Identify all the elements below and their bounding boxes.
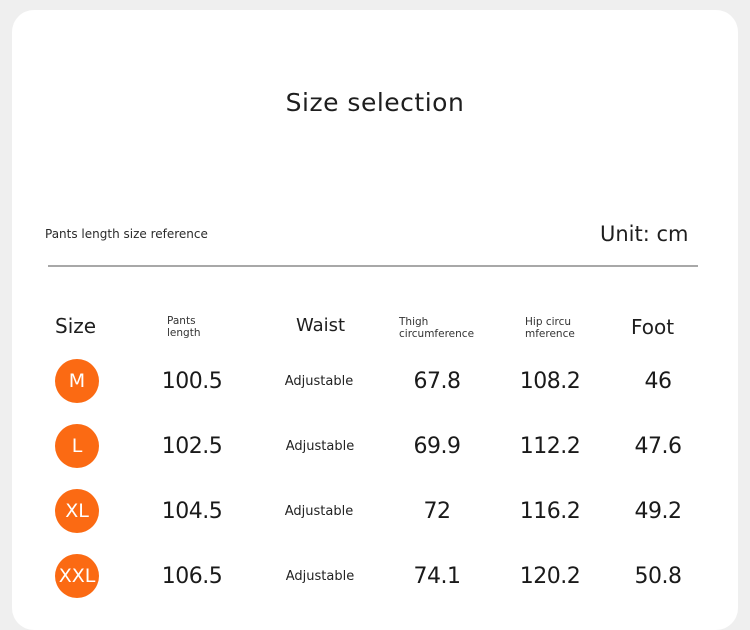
divider — [48, 265, 698, 267]
header-size: Size — [55, 314, 97, 338]
header-hip-line2: mference — [525, 328, 575, 340]
hip-value: 116.2 — [519, 498, 581, 524]
unit-label: Unit: cm — [600, 222, 689, 246]
header-hip: Hip circu mference — [525, 316, 575, 340]
foot-value: 49.2 — [634, 498, 682, 524]
hip-value: 112.2 — [519, 433, 581, 459]
header-thigh-line2: circumference — [399, 328, 475, 340]
waist-value: Adjustable — [285, 438, 355, 454]
thigh-value: 67.8 — [413, 368, 461, 394]
table-row: XXL 106.5 Adjustable 74.1 120.2 50.8 — [0, 554, 750, 604]
table-row: M 100.5 Adjustable 67.8 108.2 46 — [0, 359, 750, 409]
size-badge: XL — [55, 489, 99, 533]
waist-value: Adjustable — [285, 568, 355, 584]
waist-value: Adjustable — [284, 373, 354, 389]
thigh-value: 72 — [423, 498, 452, 524]
header-pants-length-line2: length — [167, 327, 201, 339]
foot-value: 50.8 — [634, 563, 682, 589]
size-badge: XXL — [55, 554, 99, 598]
pants-length-value: 102.5 — [161, 433, 223, 459]
header-pants-length-line1: Pants — [167, 315, 196, 327]
page-title: Size selection — [285, 88, 465, 117]
hip-value: 120.2 — [519, 563, 581, 589]
size-badge: M — [55, 359, 99, 403]
foot-value: 47.6 — [634, 433, 682, 459]
pants-length-value: 100.5 — [161, 368, 223, 394]
pants-length-value: 104.5 — [161, 498, 223, 524]
header-pants-length: Pants length — [167, 315, 200, 339]
thigh-value: 74.1 — [413, 563, 461, 589]
table-row: L 102.5 Adjustable 69.9 112.2 47.6 — [0, 424, 750, 474]
header-waist: Waist — [296, 315, 346, 336]
table-row: XL 104.5 Adjustable 72 116.2 49.2 — [0, 489, 750, 539]
hip-value: 108.2 — [519, 368, 581, 394]
waist-value: Adjustable — [284, 503, 354, 519]
header-hip-line1: Hip circu — [525, 316, 572, 328]
thigh-value: 69.9 — [413, 433, 461, 459]
pants-length-value: 106.5 — [161, 563, 223, 589]
header-thigh-line1: Thigh — [399, 316, 429, 328]
size-badge: L — [55, 424, 99, 468]
subtitle: Pants length size reference — [45, 227, 208, 241]
header-thigh: Thigh circumference — [399, 316, 474, 340]
foot-value: 46 — [644, 368, 673, 394]
header-foot: Foot — [631, 315, 675, 339]
